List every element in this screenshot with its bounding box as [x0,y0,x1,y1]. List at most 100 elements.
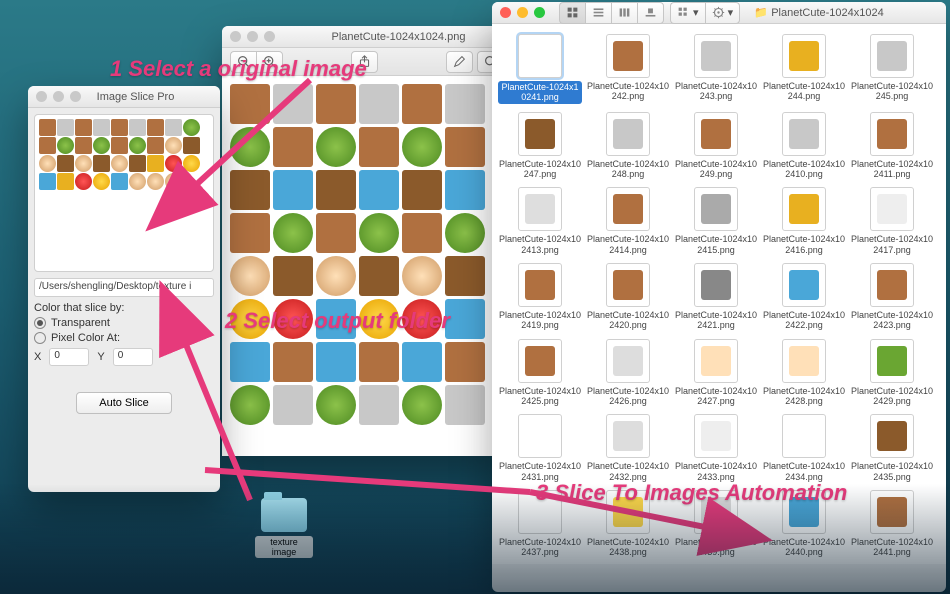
file-item[interactable]: PlanetCute-1024x102428.png [762,339,846,407]
file-item[interactable]: PlanetCute-1024x102419.png [498,263,582,331]
file-item[interactable]: PlanetCute-1024x10241.png [498,34,582,104]
sprite-tile [111,191,128,208]
x-label: X [34,351,41,363]
preview-title: PlanetCute-1024x1024.png [293,31,504,43]
markup-button[interactable] [446,51,473,73]
file-name: PlanetCute-1024x102420.png [586,310,670,331]
icon-view-button[interactable] [559,2,585,24]
minimize-icon[interactable] [53,91,64,102]
sprite-tile [316,127,356,167]
file-item[interactable]: PlanetCute-1024x102440.png [762,490,846,558]
file-name: PlanetCute-1024x102437.png [498,537,582,558]
file-item[interactable]: PlanetCute-1024x10243.png [674,34,758,104]
finder-titlebar[interactable]: ▾ ▾ 📁 PlanetCute-1024x1024 [492,2,946,24]
file-item[interactable]: PlanetCute-1024x10247.png [498,112,582,180]
file-item[interactable]: PlanetCute-1024x102416.png [762,187,846,255]
desktop-folder[interactable]: texture image [255,498,313,560]
file-name: PlanetCute-1024x10242.png [586,81,670,102]
file-item[interactable]: PlanetCute-1024x102413.png [498,187,582,255]
y-input[interactable]: 0 [113,348,153,366]
file-item[interactable]: PlanetCute-1024x102423.png [850,263,934,331]
radio-transparent[interactable]: Transparent [34,317,214,329]
file-name: PlanetCute-1024x102438.png [586,537,670,558]
file-item[interactable]: PlanetCute-1024x102417.png [850,187,934,255]
action-button[interactable]: ▾ [705,2,741,24]
slice-preview[interactable] [34,114,214,272]
minimize-icon[interactable] [247,31,258,42]
preview-titlebar[interactable]: PlanetCute-1024x1024.png [222,26,512,48]
sprite-tile [359,256,399,296]
file-item[interactable]: PlanetCute-1024x10244.png [762,34,846,104]
zoom-icon[interactable] [534,7,545,18]
minimize-icon[interactable] [517,7,528,18]
file-item[interactable]: PlanetCute-1024x102432.png [586,414,670,482]
sprite-tile [93,191,110,208]
file-item[interactable]: PlanetCute-1024x102434.png [762,414,846,482]
file-name: PlanetCute-1024x102413.png [498,234,582,255]
sprite-tile [316,213,356,253]
file-item[interactable]: PlanetCute-1024x102421.png [674,263,758,331]
output-path-field[interactable]: /Users/shengling/Desktop/texture i [34,278,214,297]
list-view-button[interactable] [585,2,611,24]
file-item[interactable]: PlanetCute-1024x10249.png [674,112,758,180]
file-item[interactable]: PlanetCute-1024x10242.png [586,34,670,104]
close-icon[interactable] [230,31,241,42]
file-name: PlanetCute-1024x102441.png [850,537,934,558]
file-item[interactable]: PlanetCute-1024x10245.png [850,34,934,104]
arrange-button[interactable]: ▾ [670,2,705,24]
sprite-tile [57,155,74,172]
sprite-tile [359,127,399,167]
file-thumbnail [782,490,826,534]
file-item[interactable]: PlanetCute-1024x102422.png [762,263,846,331]
file-item[interactable]: PlanetCute-1024x102431.png [498,414,582,482]
desktop-folder-label: texture image [255,536,313,558]
sprite-tile [402,213,442,253]
file-item[interactable]: PlanetCute-1024x102441.png [850,490,934,558]
auto-slice-button[interactable]: Auto Slice [76,392,172,414]
file-name: PlanetCute-1024x10245.png [850,81,934,102]
file-item[interactable]: PlanetCute-1024x102433.png [674,414,758,482]
sprite-tile [359,342,399,382]
sprite-tile [230,170,270,210]
file-name: PlanetCute-1024x102427.png [674,386,758,407]
file-thumbnail [782,112,826,156]
x-input[interactable]: 0 [49,348,89,366]
annotation-step3: 3 Slice To Images Automation [536,482,847,504]
file-item[interactable]: PlanetCute-1024x102426.png [586,339,670,407]
file-item[interactable]: PlanetCute-1024x102439.png [674,490,758,558]
file-thumbnail [606,339,650,383]
file-name: PlanetCute-1024x10249.png [674,159,758,180]
sprite-tile [39,137,56,154]
file-item[interactable]: PlanetCute-1024x102435.png [850,414,934,482]
file-item[interactable]: PlanetCute-1024x102438.png [586,490,670,558]
radio-pixel-color[interactable]: Pixel Color At: [34,332,214,344]
file-item[interactable]: PlanetCute-1024x102437.png [498,490,582,558]
file-item[interactable]: PlanetCute-1024x102427.png [674,339,758,407]
zoom-icon[interactable] [264,31,275,42]
sprite-tile [316,170,356,210]
close-icon[interactable] [500,7,511,18]
sprite-tile [316,385,356,425]
close-icon[interactable] [36,91,47,102]
column-view-button[interactable] [611,2,637,24]
file-item[interactable]: PlanetCute-1024x102415.png [674,187,758,255]
file-item[interactable]: PlanetCute-1024x102410.png [762,112,846,180]
sprite-tile [273,213,313,253]
preview-canvas[interactable] [222,76,512,456]
coverflow-view-button[interactable] [637,2,664,24]
slice-titlebar[interactable]: Image Slice Pro [28,86,220,108]
file-thumbnail [518,490,562,534]
sprite-tile [230,342,270,382]
file-item[interactable]: PlanetCute-1024x102414.png [586,187,670,255]
zoom-icon[interactable] [70,91,81,102]
file-item[interactable]: PlanetCute-1024x102425.png [498,339,582,407]
sprite-tile [39,173,56,190]
file-item[interactable]: PlanetCute-1024x10248.png [586,112,670,180]
file-name: PlanetCute-1024x102410.png [762,159,846,180]
file-name: PlanetCute-1024x102435.png [850,461,934,482]
file-item[interactable]: PlanetCute-1024x102420.png [586,263,670,331]
file-item[interactable]: PlanetCute-1024x102411.png [850,112,934,180]
file-item[interactable]: PlanetCute-1024x102429.png [850,339,934,407]
file-thumbnail [782,339,826,383]
sprite-tile [445,256,485,296]
